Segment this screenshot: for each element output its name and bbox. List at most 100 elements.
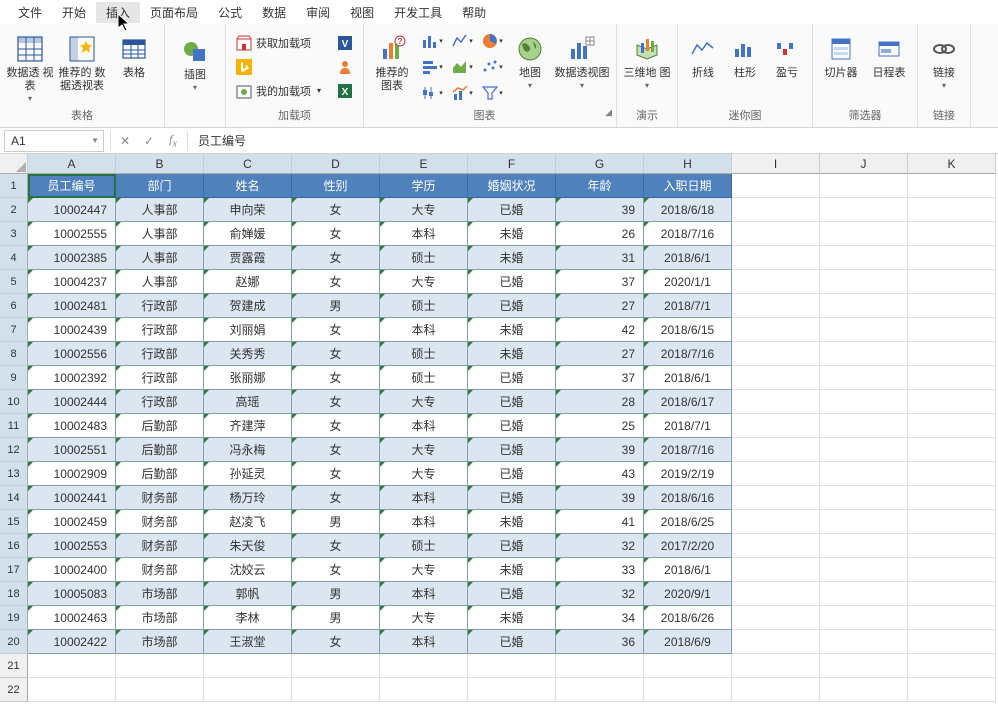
cell[interactable]: 女 <box>292 558 380 582</box>
cell[interactable]: 大专 <box>380 198 468 222</box>
cell[interactable]: 硕士 <box>380 246 468 270</box>
cell[interactable] <box>908 198 996 222</box>
cell[interactable]: 申向荣 <box>204 198 292 222</box>
cell[interactable]: 员工编号 <box>28 174 116 198</box>
cell[interactable] <box>820 366 908 390</box>
cell[interactable]: 姓名 <box>204 174 292 198</box>
cell[interactable]: 2018/6/18 <box>644 198 732 222</box>
cell[interactable] <box>908 486 996 510</box>
cell[interactable]: 朱天俊 <box>204 534 292 558</box>
cell[interactable]: 26 <box>556 222 644 246</box>
cell[interactable]: 孙延灵 <box>204 462 292 486</box>
cell[interactable]: 男 <box>292 582 380 606</box>
pie-chart-button[interactable]: ▾ <box>478 29 506 53</box>
cell[interactable] <box>908 174 996 198</box>
cell[interactable] <box>908 222 996 246</box>
cell[interactable]: 已婚 <box>468 366 556 390</box>
cell[interactable]: 女 <box>292 462 380 486</box>
funnel-chart-button[interactable]: ▾ <box>478 81 506 105</box>
line-chart-button[interactable]: ▾ <box>448 29 476 53</box>
cell[interactable] <box>820 390 908 414</box>
cell[interactable]: 女 <box>292 198 380 222</box>
cell[interactable]: 女 <box>292 414 380 438</box>
cell[interactable] <box>820 582 908 606</box>
cell[interactable]: 女 <box>292 486 380 510</box>
row-header[interactable]: 20 <box>0 630 28 654</box>
cell[interactable]: 2018/7/1 <box>644 414 732 438</box>
cell[interactable]: 33 <box>556 558 644 582</box>
cell[interactable]: 2018/7/1 <box>644 294 732 318</box>
cell[interactable] <box>732 438 820 462</box>
cell[interactable]: 硕士 <box>380 294 468 318</box>
cell[interactable]: 高瑶 <box>204 390 292 414</box>
cell[interactable]: 2018/6/1 <box>644 558 732 582</box>
cell[interactable] <box>732 534 820 558</box>
row-header[interactable]: 16 <box>0 534 28 558</box>
cell[interactable] <box>820 222 908 246</box>
cell[interactable] <box>292 678 380 702</box>
cell[interactable] <box>908 414 996 438</box>
col-header-B[interactable]: B <box>116 154 204 174</box>
cell[interactable] <box>908 270 996 294</box>
cell[interactable]: 10002555 <box>28 222 116 246</box>
cell[interactable]: 赵娜 <box>204 270 292 294</box>
cell[interactable] <box>820 294 908 318</box>
cell[interactable]: 女 <box>292 270 380 294</box>
cell[interactable]: 大专 <box>380 558 468 582</box>
recommended-charts-button[interactable]: ? 推荐的 图表 <box>370 29 414 105</box>
cell[interactable]: 贾露霞 <box>204 246 292 270</box>
cell[interactable] <box>908 534 996 558</box>
cell[interactable] <box>820 246 908 270</box>
cell[interactable]: 大专 <box>380 390 468 414</box>
cell[interactable]: 市场部 <box>116 606 204 630</box>
cell[interactable] <box>204 654 292 678</box>
sparkline-column-button[interactable]: 柱形 <box>726 29 764 105</box>
stock-chart-button[interactable]: ▾ <box>418 81 446 105</box>
cell[interactable]: 女 <box>292 342 380 366</box>
cell[interactable]: 后勤部 <box>116 462 204 486</box>
cell[interactable]: 俞婵媛 <box>204 222 292 246</box>
cell[interactable]: 10004237 <box>28 270 116 294</box>
cell[interactable] <box>468 654 556 678</box>
cell[interactable]: 未婚 <box>468 318 556 342</box>
cell[interactable]: 2018/7/16 <box>644 438 732 462</box>
col-header-A[interactable]: A <box>28 154 116 174</box>
cell[interactable]: 财务部 <box>116 558 204 582</box>
cell[interactable] <box>732 366 820 390</box>
select-all-corner[interactable] <box>0 154 28 174</box>
cell[interactable] <box>820 558 908 582</box>
cell[interactable] <box>908 558 996 582</box>
cell[interactable]: 女 <box>292 390 380 414</box>
fx-button[interactable]: fx <box>161 130 185 152</box>
cell[interactable]: 2018/6/16 <box>644 486 732 510</box>
table-button[interactable]: 表格 <box>110 29 158 105</box>
cell[interactable]: 已婚 <box>468 462 556 486</box>
cell[interactable] <box>732 414 820 438</box>
cell[interactable]: 2018/7/16 <box>644 342 732 366</box>
cell[interactable]: 女 <box>292 246 380 270</box>
cancel-formula-button[interactable]: ✕ <box>113 130 137 152</box>
get-addins-button[interactable]: 获取加载项 <box>232 32 325 54</box>
row-header[interactable]: 14 <box>0 486 28 510</box>
cell[interactable] <box>908 654 996 678</box>
sparkline-line-button[interactable]: 折线 <box>684 29 722 105</box>
cell[interactable] <box>732 294 820 318</box>
cell[interactable]: 赵凌飞 <box>204 510 292 534</box>
cell[interactable]: 男 <box>292 294 380 318</box>
cell[interactable] <box>204 678 292 702</box>
cell[interactable] <box>820 198 908 222</box>
cell[interactable] <box>732 654 820 678</box>
cell[interactable]: 31 <box>556 246 644 270</box>
cell[interactable]: 2018/6/26 <box>644 606 732 630</box>
cell[interactable]: 10002463 <box>28 606 116 630</box>
cell[interactable]: 财务部 <box>116 534 204 558</box>
name-box[interactable]: A1▼ <box>4 130 104 152</box>
cell[interactable]: 2020/1/1 <box>644 270 732 294</box>
menu-文件[interactable]: 文件 <box>8 2 52 23</box>
cell[interactable]: 10002483 <box>28 414 116 438</box>
3d-map-button[interactable]: 三维地 图▾ <box>623 29 671 105</box>
cell[interactable] <box>908 606 996 630</box>
cell[interactable]: 已婚 <box>468 414 556 438</box>
cell[interactable]: 关秀秀 <box>204 342 292 366</box>
cell[interactable]: 已婚 <box>468 486 556 510</box>
